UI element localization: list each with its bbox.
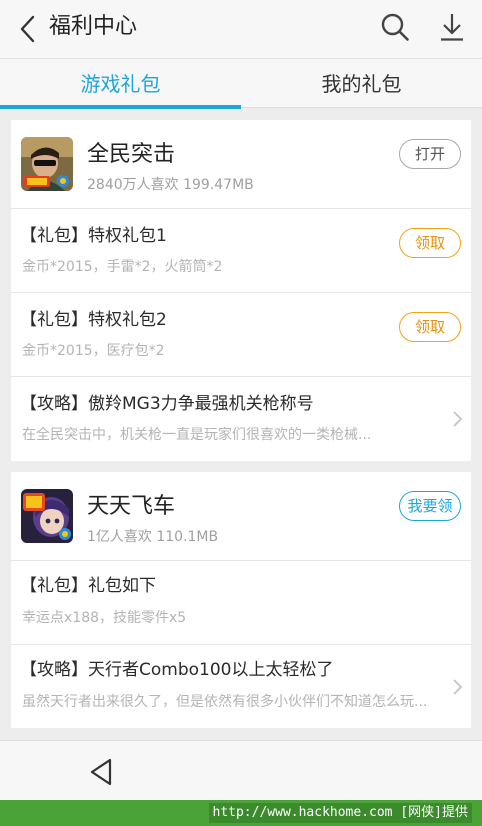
page-title: 福利中心 — [49, 14, 138, 39]
game-icon-art — [21, 489, 73, 543]
download-icon[interactable] — [439, 12, 465, 42]
gift-desc: 金币*2015，医疗包*2 — [22, 343, 165, 359]
gift-title[interactable]: 【礼包】礼包如下 — [20, 574, 156, 598]
watermark-strip: http://www.hackhome.com [网侠]提供 — [0, 800, 482, 826]
game-card: 天天飞车 1亿人喜欢 110.1MB 我要领 【礼包】礼包如下 幸运点x188，… — [11, 472, 471, 728]
active-tab-indicator — [0, 105, 241, 109]
guide-desc: 虽然天行者出来很久了，但是依然有很多小伙伴们不知道怎么玩... — [22, 694, 428, 710]
guide-title[interactable]: 【攻略】傲羚MG3力争最强机关枪称号 — [20, 392, 314, 416]
game-meta: 2840万人喜欢 199.47MB — [87, 177, 254, 193]
nav-back-icon[interactable] — [88, 757, 114, 787]
system-nav-bar — [0, 740, 482, 800]
open-button[interactable]: 打开 — [399, 139, 461, 169]
search-icon[interactable] — [380, 12, 410, 42]
divider — [11, 292, 471, 293]
divider — [11, 208, 471, 209]
game-icon-quanmin-tuji[interactable] — [21, 137, 73, 191]
gift-desc: 金币*2015，手雷*2，火箭筒*2 — [22, 259, 223, 275]
claim-button[interactable]: 领取 — [399, 228, 461, 258]
tab-bar: 游戏礼包 我的礼包 — [0, 58, 482, 109]
divider — [11, 376, 471, 377]
gift-title[interactable]: 【礼包】特权礼包1 — [20, 224, 167, 248]
title-bar: 福利中心 — [0, 0, 482, 58]
game-name: 全民突击 — [87, 142, 176, 167]
guide-desc: 在全民突击中，机关枪一直是玩家们很喜欢的一类枪械... — [22, 427, 372, 443]
game-icon-art — [21, 137, 73, 191]
tab-my-gifts[interactable]: 我的礼包 — [241, 59, 482, 109]
chevron-right-icon[interactable] — [451, 677, 463, 697]
tab-game-gifts[interactable]: 游戏礼包 — [0, 59, 241, 109]
guide-title[interactable]: 【攻略】天行者Combo100以上太轻松了 — [20, 658, 333, 682]
back-arrow-icon[interactable] — [16, 13, 40, 45]
divider — [11, 644, 471, 645]
divider — [11, 560, 471, 561]
gift-desc: 幸运点x188，技能零件x5 — [22, 610, 187, 626]
game-name: 天天飞车 — [87, 494, 176, 519]
claim-gift-button[interactable]: 我要领 — [399, 491, 461, 521]
chevron-right-icon[interactable] — [451, 409, 463, 429]
game-card: 全民突击 2840万人喜欢 199.47MB 打开 【礼包】特权礼包1 金币*2… — [11, 120, 471, 461]
claim-button[interactable]: 领取 — [399, 312, 461, 342]
game-meta: 1亿人喜欢 110.1MB — [87, 529, 219, 545]
game-icon-tiantian-feiche[interactable] — [21, 489, 73, 543]
watermark-text: http://www.hackhome.com [网侠]提供 — [208, 803, 472, 823]
gift-title[interactable]: 【礼包】特权礼包2 — [20, 308, 167, 332]
